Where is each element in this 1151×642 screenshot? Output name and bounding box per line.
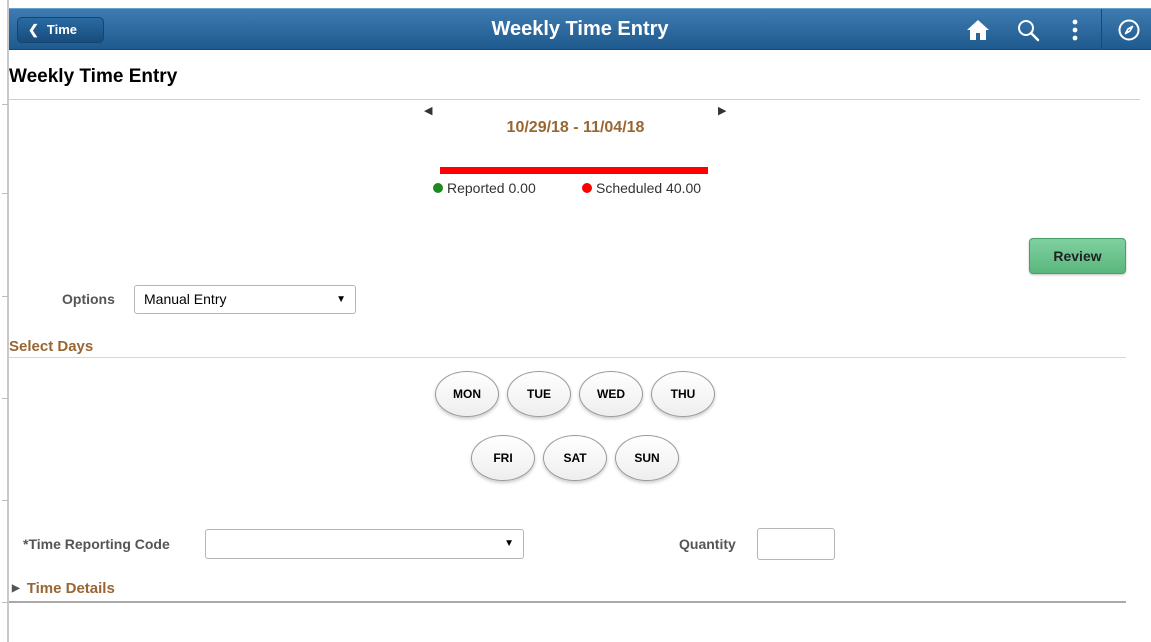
reported-label: Reported 0.00 [447, 180, 536, 196]
options-label: Options [62, 291, 115, 307]
day-button-sat[interactable]: SAT [543, 435, 607, 481]
select-days-divider [9, 357, 1126, 358]
day-button-tue[interactable]: TUE [507, 371, 571, 417]
previous-period-arrow-icon[interactable]: ◀ [424, 104, 432, 117]
title-divider [9, 99, 1140, 100]
time-reporting-code-label: *Time Reporting Code [23, 536, 170, 552]
day-button-thu[interactable]: THU [651, 371, 715, 417]
options-selected-value: Manual Entry [144, 291, 227, 307]
back-button-label: Time [46, 22, 78, 37]
reported-legend: Reported 0.00 [433, 180, 536, 196]
scheduled-label: Scheduled 40.00 [596, 180, 702, 196]
dropdown-caret-icon: ▼ [504, 538, 514, 549]
day-button-wed[interactable]: WED [579, 371, 643, 417]
scheduled-dot-icon [582, 183, 592, 193]
time-details-label: Time Details [26, 580, 115, 597]
day-button-mon[interactable]: MON [435, 371, 499, 417]
chevron-left-icon: ❮ [28, 22, 39, 37]
time-details-toggle[interactable]: ▶ Time Details [12, 580, 115, 597]
expand-triangle-icon: ▶ [12, 583, 20, 594]
actions-menu-icon[interactable] [1063, 18, 1087, 42]
frame-tick [2, 398, 8, 399]
hours-progress-bar [440, 167, 708, 174]
frame-tick [2, 296, 8, 297]
next-period-arrow-icon[interactable]: ▶ [718, 104, 726, 117]
top-banner: ❮ Time Weekly Time Entry [9, 8, 1151, 50]
day-button-sun[interactable]: SUN [615, 435, 679, 481]
dropdown-caret-icon: ▼ [336, 294, 346, 305]
quantity-label: Quantity [679, 536, 736, 552]
home-icon[interactable] [966, 18, 990, 42]
frame-tick [2, 500, 8, 501]
options-select[interactable]: Manual Entry ▼ [134, 285, 356, 314]
back-button[interactable]: ❮ Time [17, 17, 104, 43]
search-icon[interactable] [1016, 18, 1040, 42]
time-details-divider [9, 601, 1126, 603]
navbar-compass-icon[interactable] [1117, 18, 1141, 42]
left-frame-border [7, 0, 9, 642]
day-button-fri[interactable]: FRI [471, 435, 535, 481]
reported-dot-icon [433, 183, 443, 193]
page-title: Weekly Time Entry [9, 66, 178, 87]
quantity-input[interactable] [757, 528, 835, 560]
review-button[interactable]: Review [1029, 238, 1126, 274]
scheduled-legend: Scheduled 40.00 [582, 180, 701, 196]
frame-tick [2, 193, 8, 194]
period-range: 10/29/18 - 11/04/18 [506, 119, 645, 136]
frame-tick [2, 104, 8, 105]
banner-separator [1101, 9, 1102, 49]
frame-tick [2, 602, 8, 603]
select-days-heading: Select Days [9, 338, 94, 355]
time-reporting-code-select[interactable]: ▼ [205, 529, 524, 559]
